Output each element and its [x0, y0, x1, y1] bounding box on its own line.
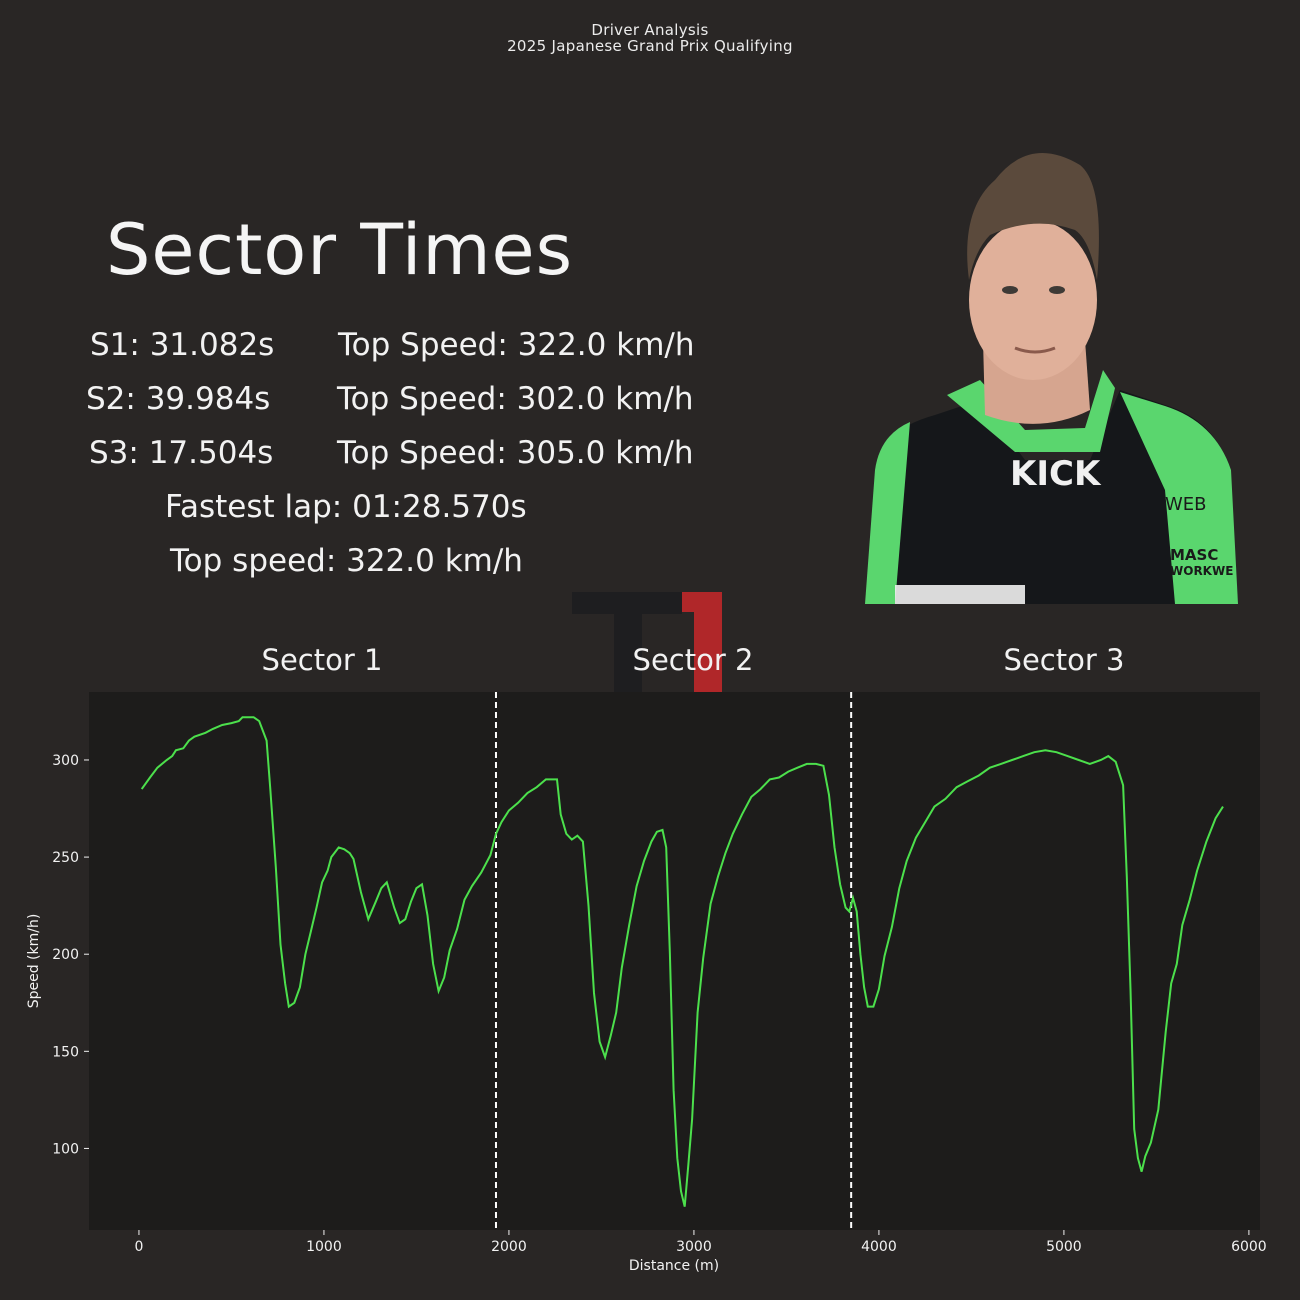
y-axis-label: Speed (km/h) [26, 914, 42, 1009]
x-tick-label: 1000 [306, 1239, 342, 1255]
x-axis-label: Distance (m) [629, 1258, 719, 1274]
y-tick-label: 150 [52, 1044, 79, 1060]
y-tick-label: 300 [52, 753, 79, 769]
x-tick-label: 0 [134, 1239, 143, 1255]
x-tick-label: 4000 [861, 1239, 897, 1255]
x-tick-label: 2000 [491, 1239, 527, 1255]
speed-chart: 0 1000 2000 3000 4000 5000 6000 100 150 200 250 30… [26, 692, 1267, 1274]
y-tick-label: 200 [52, 947, 79, 963]
y-tick-label: 100 [52, 1141, 79, 1157]
x-tick-label: 6000 [1231, 1239, 1267, 1255]
plot-area [89, 692, 1260, 1230]
x-tick-label: 5000 [1046, 1239, 1082, 1255]
y-tick-label: 250 [52, 850, 79, 866]
x-tick-label: 3000 [676, 1239, 712, 1255]
